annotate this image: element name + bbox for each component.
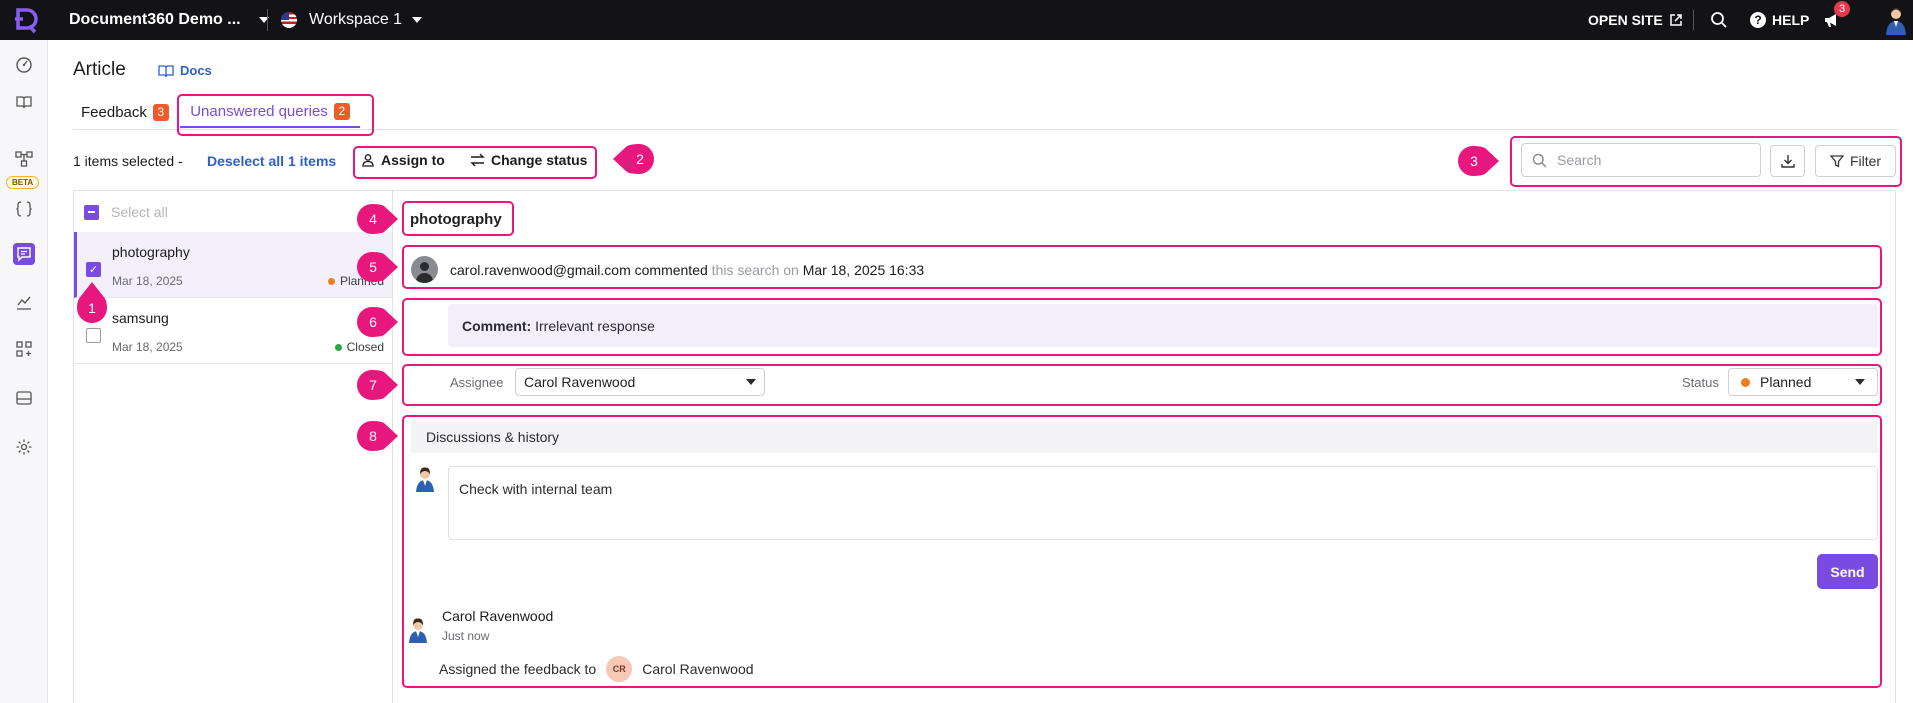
widget-icon[interactable] xyxy=(13,387,35,409)
open-site-link[interactable]: OPEN SITE xyxy=(1588,12,1683,28)
help-icon: ? xyxy=(1750,12,1766,28)
highlight-box-discussions xyxy=(402,415,1882,688)
top-bar: Document360 Demo ... Workspace 1 OPEN SI… xyxy=(0,0,1913,40)
beta-badge: BETA xyxy=(6,176,40,189)
dashboard-icon[interactable] xyxy=(13,54,35,76)
deselect-all-link[interactable]: Deselect all 1 items xyxy=(207,153,336,169)
callout-marker-3: 3 xyxy=(1457,146,1499,176)
item-date: Mar 18, 2025 xyxy=(112,340,183,354)
callout-marker-1: 1 xyxy=(77,282,107,326)
count-badge: 3 xyxy=(152,103,169,121)
status-dot xyxy=(334,343,342,351)
item-title: samsung xyxy=(112,310,169,326)
divider xyxy=(267,9,268,31)
select-all-row[interactable]: Select all xyxy=(84,204,168,220)
tab-feedback[interactable]: Feedback 3 xyxy=(73,96,177,128)
document360-logo-icon[interactable] xyxy=(12,6,40,34)
callout-number: 7 xyxy=(369,377,377,393)
callout-marker-2: 2 xyxy=(613,144,655,174)
docs-link-label: Docs xyxy=(180,63,212,78)
help-label: HELP xyxy=(1772,12,1810,28)
item-checkbox[interactable]: ✓ xyxy=(86,262,101,277)
callout-marker-5: 5 xyxy=(356,252,398,282)
highlight-box-tab xyxy=(177,94,374,136)
api-icon[interactable] xyxy=(13,198,35,220)
book-icon xyxy=(158,64,174,77)
book-icon[interactable] xyxy=(13,91,35,113)
highlight-box-comment-meta xyxy=(402,245,1882,289)
highlight-box-title xyxy=(402,201,514,236)
help-button[interactable]: ? HELP xyxy=(1750,12,1809,28)
item-checkbox[interactable] xyxy=(86,328,101,343)
query-list: Select all ✓ photography Mar 18, 2025 Pl… xyxy=(73,190,393,703)
status-text: Closed xyxy=(346,340,384,354)
tab-label: Feedback xyxy=(81,103,147,121)
callout-number: 5 xyxy=(369,259,377,275)
external-link-icon xyxy=(1669,14,1682,26)
us-flag-icon xyxy=(281,12,297,28)
callout-marker-6: 6 xyxy=(356,307,398,337)
workspace-selector[interactable]: Workspace 1 xyxy=(281,11,423,29)
open-site-label: OPEN SITE xyxy=(1588,12,1663,28)
user-avatar[interactable] xyxy=(1881,5,1911,35)
project-selector[interactable]: Document360 Demo ... xyxy=(69,11,269,29)
select-all-checkbox[interactable] xyxy=(84,204,99,220)
callout-number: 3 xyxy=(1470,153,1478,169)
workspace-name: Workspace 1 xyxy=(309,11,403,28)
workflow-icon[interactable] xyxy=(13,148,35,170)
callout-number: 1 xyxy=(88,300,96,316)
notification-badge: 3 xyxy=(1834,1,1850,17)
select-all-label: Select all xyxy=(111,204,168,220)
settings-icon[interactable] xyxy=(13,436,35,458)
project-name: Document360 Demo ... xyxy=(69,11,241,28)
callout-number: 6 xyxy=(369,314,377,330)
callout-marker-7: 7 xyxy=(356,370,398,400)
status-dot xyxy=(327,277,335,285)
callout-marker-8: 8 xyxy=(356,421,398,451)
divider xyxy=(1693,10,1694,30)
apps-icon[interactable] xyxy=(13,338,35,360)
tab-bar: Feedback 3 Unanswered queries 2 xyxy=(73,96,360,128)
highlight-box-search xyxy=(1510,136,1902,187)
list-item[interactable]: ✓ photography Mar 18, 2025 Planned xyxy=(74,232,392,298)
feedback-icon[interactable] xyxy=(13,243,35,265)
docs-link[interactable]: Docs xyxy=(158,63,212,78)
callout-number: 2 xyxy=(636,151,644,167)
callout-marker-4: 4 xyxy=(356,204,398,234)
highlight-box-actions xyxy=(353,146,597,179)
list-item[interactable]: samsung Mar 18, 2025 Closed xyxy=(74,298,392,364)
highlight-box-assignee xyxy=(402,364,1882,406)
chevron-down-icon xyxy=(412,17,423,23)
highlight-box-comment xyxy=(402,298,1882,356)
selected-count: 1 items selected - xyxy=(73,153,183,169)
item-status: Closed xyxy=(334,340,384,354)
analytics-icon[interactable] xyxy=(13,291,35,313)
page-title: Article xyxy=(73,59,126,80)
item-date: Mar 18, 2025 xyxy=(112,274,183,288)
search-icon[interactable] xyxy=(1710,11,1728,29)
item-title: photography xyxy=(112,244,190,260)
callout-number: 4 xyxy=(369,211,377,227)
callout-number: 8 xyxy=(369,428,377,444)
left-nav-rail: BETA xyxy=(0,40,48,703)
